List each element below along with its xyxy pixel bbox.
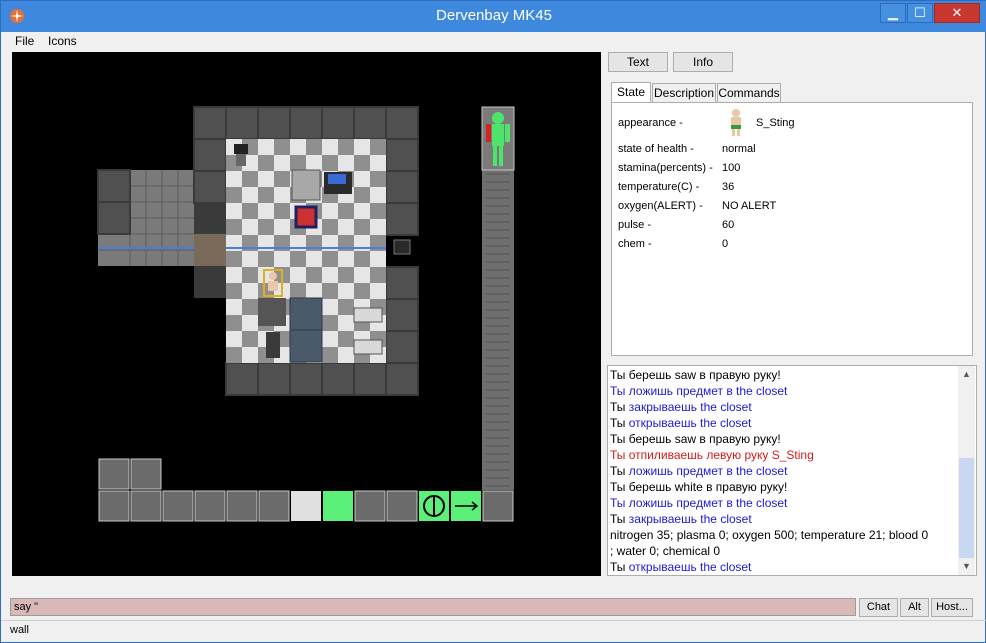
chat-button[interactable]: Chat (859, 598, 898, 617)
status-bar: wall (1, 620, 986, 641)
state-value-health: normal (722, 143, 756, 155)
state-label-chem: chem - (618, 238, 652, 250)
state-value-pulse: 60 (722, 219, 735, 231)
chat-line-text: берешь white в правую руку! (625, 480, 788, 494)
chat-line-text: закрываешь the closet (625, 400, 752, 414)
chat-line-text: ложишь предмет в the closet (625, 464, 788, 478)
chat-line-text: Ты отпиливаешь левую руку S_Sting (610, 448, 814, 462)
host-button[interactable]: Host... (931, 598, 973, 617)
state-label-stamina: stamina(percents) - (618, 162, 713, 174)
state-panel: appearance - S_Sting state of health - n… (611, 102, 973, 356)
chat-scrollbar[interactable]: ▲ ▼ (958, 366, 975, 575)
close-button[interactable]: ✕ (934, 3, 980, 23)
state-label-temperature: temperature(C) - (618, 181, 700, 193)
tab-state[interactable]: State (611, 82, 651, 104)
scroll-up-icon[interactable]: ▲ (958, 366, 975, 383)
chat-line-text: Ты ложишь предмет в the closet (610, 384, 788, 398)
chat-line-text: берешь saw в правую руку! (625, 432, 781, 446)
menu-icons[interactable]: Icons (48, 34, 77, 48)
info-button[interactable]: Info (673, 52, 733, 72)
game-map[interactable] (12, 52, 601, 576)
chat-log[interactable]: Ты берешь saw в правую руку! Ты ложишь пр… (607, 365, 977, 576)
chat-line-prefix: Ты (610, 560, 626, 574)
chat-line: Ты закрываешь the closet (610, 399, 752, 415)
state-label-pulse: pulse - (618, 219, 652, 231)
title-bar: Dervenbay MK45 ▁ ☐ ✕ (1, 1, 986, 32)
tab-description[interactable]: Description (652, 83, 716, 103)
maximize-button[interactable]: ☐ (907, 3, 933, 23)
state-value-chem: 0 (722, 238, 729, 250)
chat-line-prefix: Ты (610, 480, 626, 494)
text-button[interactable]: Text (608, 52, 668, 72)
alt-button[interactable]: Alt (900, 598, 929, 617)
window-title: Dervenbay MK45 (436, 7, 552, 24)
chat-line: nitrogen 35; plasma 0; oxygen 500; tempe… (610, 527, 928, 543)
chat-line-text: открываешь the closet (625, 416, 752, 430)
chat-line: Ты открываешь the closet (610, 559, 751, 575)
chat-line: Ты берешь saw в правую руку! (610, 367, 781, 383)
command-input[interactable]: say " (10, 598, 856, 616)
scroll-thumb[interactable] (959, 458, 974, 558)
state-label-appearance: appearance - (618, 117, 683, 129)
chat-line-prefix: Ты (610, 400, 626, 414)
chat-line-text: закрываешь the closet (625, 512, 752, 526)
chat-line-text: nitrogen 35; plasma 0; oxygen 500; tempe… (610, 528, 929, 542)
chat-line-text: ; water 0; chemical 0 (610, 544, 721, 558)
chat-line-prefix: Ты (610, 432, 626, 446)
state-value-stamina: 100 (722, 162, 741, 174)
state-value-temperature: 36 (722, 181, 735, 193)
tab-commands[interactable]: Commands (717, 83, 781, 103)
chat-line-prefix: Ты (610, 464, 626, 478)
state-value-oxygen: NO ALERT (722, 200, 777, 212)
state-label-oxygen: oxygen(ALERT) - (618, 200, 703, 212)
state-label-health: state of health - (618, 143, 694, 155)
chat-line-prefix: Ты (610, 368, 626, 382)
map-scene (97, 106, 515, 522)
chat-line: Ты берешь white в правую руку! (610, 479, 787, 495)
chat-line: Ты закрываешь the closet (610, 511, 752, 527)
chat-line: Ты ложишь предмет в the closet (610, 463, 787, 479)
state-value-appearance: S_Sting (756, 117, 795, 129)
appearance-icon (731, 109, 741, 136)
chat-line: Ты берешь saw в правую руку! (610, 431, 781, 447)
minimize-button[interactable]: ▁ (880, 3, 906, 23)
chat-line: Ты отпиливаешь левую руку S_Sting (610, 447, 814, 463)
menu-file[interactable]: File (15, 34, 34, 48)
chat-line-prefix: Ты (610, 416, 626, 430)
chat-line-prefix: Ты (610, 512, 626, 526)
chat-line-text: открываешь the closet (625, 560, 752, 574)
chat-line: Ты открываешь the closet (610, 415, 751, 431)
chat-line-text: берешь saw в правую руку! (625, 368, 781, 382)
chat-line: ; water 0; chemical 0 (610, 543, 720, 559)
game-window: Dervenbay MK45 ▁ ☐ ✕ File Icons Text Inf… (0, 0, 986, 643)
menu-bar: File Icons (1, 32, 985, 51)
chat-line: Ты ложишь предмет в the closet (610, 383, 787, 399)
scroll-down-icon[interactable]: ▼ (958, 558, 975, 575)
chat-line: Ты ложишь предмет в the closet (610, 495, 787, 511)
chat-line-text: Ты ложишь предмет в the closet (610, 496, 788, 510)
